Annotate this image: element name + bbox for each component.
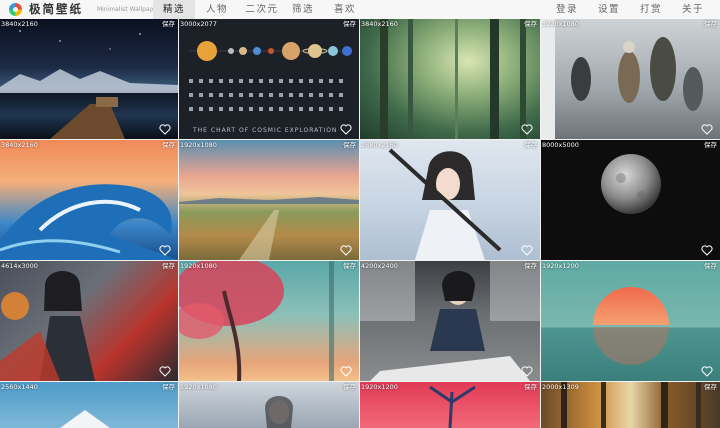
resolution-label: 1920x1200 (542, 262, 579, 270)
heart-icon[interactable] (701, 245, 713, 256)
resolution-label: 1920x1080 (180, 383, 217, 391)
wallpaper-tile[interactable]: 3840x2160 保存 (360, 19, 540, 139)
save-button[interactable]: 保存 (704, 383, 717, 391)
resolution-label: 3840x2160 (1, 20, 38, 28)
wallpaper-image-detail (388, 148, 502, 260)
app-logo-icon (9, 3, 22, 16)
wallpaper-tile[interactable]: 1920x1080 保存 (179, 140, 359, 260)
save-button[interactable]: 保存 (162, 20, 175, 28)
resolution-label: 2880x2160 (361, 141, 398, 149)
resolution-label: 2000x1309 (542, 383, 579, 391)
resolution-label: 3840x2160 (361, 20, 398, 28)
heart-icon[interactable] (340, 124, 352, 135)
wallpaper-image-detail (380, 19, 526, 139)
tab-favorites[interactable]: 喜欢 (325, 0, 365, 19)
wallpaper-tile[interactable]: 1920x1200 保存 (360, 382, 540, 428)
save-button[interactable]: 保存 (343, 383, 356, 391)
resolution-label: 4200x2400 (361, 262, 398, 270)
heart-icon[interactable] (701, 366, 713, 377)
wallpaper-image-detail (541, 19, 703, 139)
save-button[interactable]: 保存 (704, 262, 717, 270)
wallpaper-image-detail (179, 261, 334, 381)
poster-caption: THE CHART OF COSMIC EXPLORATION (193, 127, 338, 134)
resolution-label: 1920x1080 (542, 20, 579, 28)
save-button[interactable]: 保存 (162, 262, 175, 270)
wallpaper-image-detail (179, 197, 359, 260)
wallpaper-tile[interactable]: 8000x5000 保存 (541, 140, 720, 260)
save-button[interactable]: 保存 (524, 141, 537, 149)
about-link[interactable]: 关于 (673, 0, 713, 19)
wallpaper-tile[interactable]: 1920x1080 保存 (541, 19, 720, 139)
wallpaper-tile[interactable]: 1920x1200 保存 (541, 261, 720, 381)
settings-link[interactable]: 设置 (589, 0, 629, 19)
heart-icon[interactable] (340, 366, 352, 377)
wallpaper-tile[interactable]: 3840x2160 保存 (0, 140, 178, 260)
heart-icon[interactable] (159, 366, 171, 377)
app-name: 极简壁纸 (29, 2, 83, 16)
resolution-label: 3840x2160 (1, 141, 38, 149)
resolution-label: 3000x2077 (180, 20, 217, 28)
wallpaper-tile[interactable]: 2000x1309 保存 (541, 382, 720, 428)
wallpaper-image-detail (189, 41, 352, 111)
wallpaper-image-detail (0, 30, 178, 139)
wallpaper-image-detail (0, 271, 95, 381)
tab-featured[interactable]: 精选 (153, 0, 195, 19)
heart-icon[interactable] (521, 124, 533, 135)
resolution-label: 1920x1200 (361, 383, 398, 391)
login-link[interactable]: 登录 (547, 0, 587, 19)
resolution-label: 8000x5000 (542, 141, 579, 149)
top-bar: 极简壁纸 Minimalist Wallpaper 精选 人物 二次元 筛选 喜… (0, 0, 720, 20)
heart-icon[interactable] (521, 366, 533, 377)
save-button[interactable]: 保存 (704, 20, 717, 28)
wallpaper-tile[interactable]: 4614x3000 保存 (0, 261, 178, 381)
wallpaper-tile[interactable]: 3840x2160 保存 (0, 19, 178, 139)
heart-icon[interactable] (701, 124, 713, 135)
resolution-label: 4614x3000 (1, 262, 38, 270)
wallpaper-tile[interactable]: 2880x2160 保存 (360, 140, 540, 260)
heart-icon[interactable] (521, 245, 533, 256)
wallpaper-tile[interactable]: 4200x2400 保存 (360, 261, 540, 381)
heart-icon[interactable] (159, 245, 171, 256)
wallpaper-image-detail (360, 261, 540, 381)
save-button[interactable]: 保存 (524, 383, 537, 391)
wallpaper-image-detail (601, 154, 661, 214)
save-button[interactable]: 保存 (524, 20, 537, 28)
wallpaper-tile[interactable]: THE CHART OF COSMIC EXPLORATION 3000x207… (179, 19, 359, 139)
save-button[interactable]: 保存 (343, 20, 356, 28)
resolution-label: 1920x1080 (180, 262, 217, 270)
tab-filter[interactable]: 筛选 (283, 0, 323, 19)
wallpaper-tile[interactable]: 1920x1080 保存 (179, 382, 359, 428)
tab-anime[interactable]: 二次元 (239, 0, 285, 19)
heart-icon[interactable] (340, 245, 352, 256)
wallpaper-grid: 3840x2160 保存 THE CHART OF COSMIC EXPLORA… (0, 19, 720, 428)
wallpaper-tile[interactable]: 2560x1440 保存 (0, 382, 178, 428)
save-button[interactable]: 保存 (704, 141, 717, 149)
wallpaper-tile[interactable]: 1920x1080 保存 (179, 261, 359, 381)
wallpaper-image-detail (593, 287, 669, 365)
wallpaper-image-detail (0, 184, 178, 260)
donate-link[interactable]: 打赏 (631, 0, 671, 19)
app-subtitle: Minimalist Wallpaper (97, 6, 160, 13)
save-button[interactable]: 保存 (162, 141, 175, 149)
tab-people[interactable]: 人物 (196, 0, 238, 19)
save-button[interactable]: 保存 (343, 141, 356, 149)
resolution-label: 1920x1080 (180, 141, 217, 149)
save-button[interactable]: 保存 (524, 262, 537, 270)
heart-icon[interactable] (159, 124, 171, 135)
save-button[interactable]: 保存 (162, 383, 175, 391)
save-button[interactable]: 保存 (343, 262, 356, 270)
resolution-label: 2560x1440 (1, 383, 38, 391)
